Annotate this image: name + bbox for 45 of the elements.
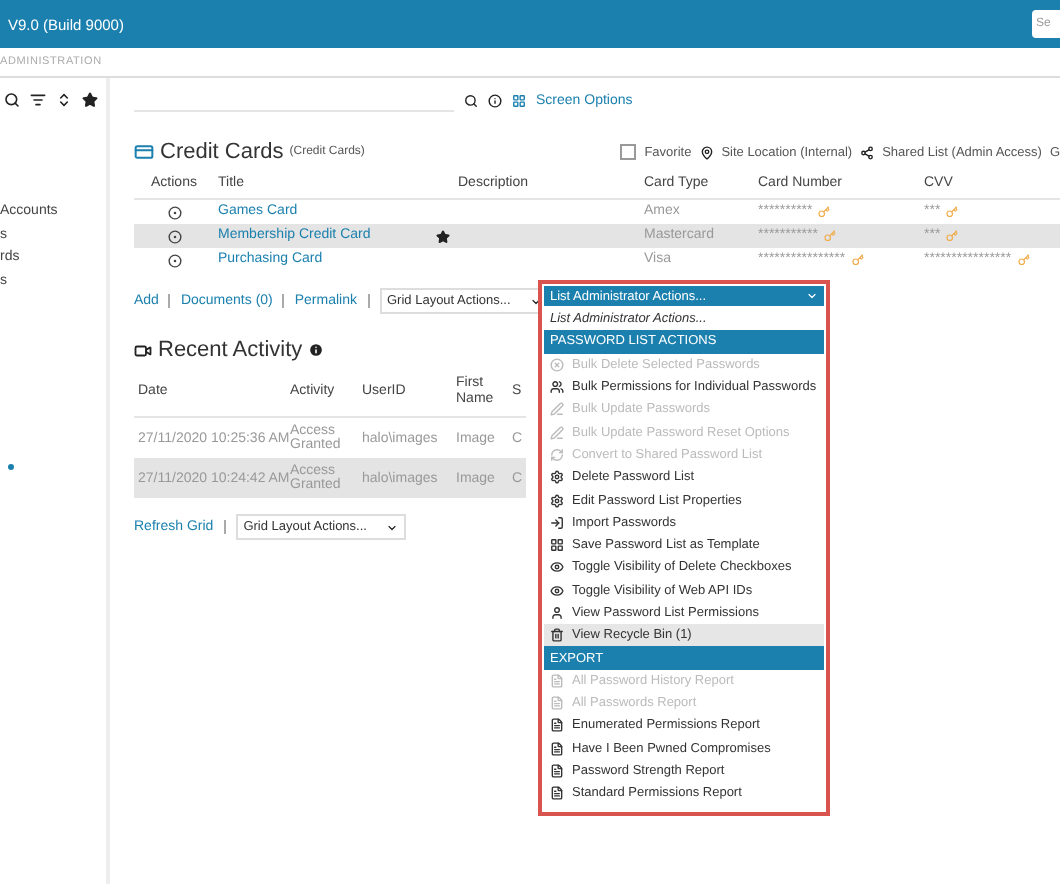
key-icon [818,206,831,218]
pen-icon [550,402,564,417]
grid-icon [550,538,564,553]
key-icon [946,206,959,218]
key-icon [946,230,959,242]
document-icon [550,696,564,711]
favorite-checkbox[interactable] [620,144,637,160]
caret-icon [806,290,818,302]
caret-icon [530,295,543,307]
document-icon [550,741,564,756]
caret-icon [386,521,399,533]
sort-icon [56,92,72,108]
key-icon [1017,254,1030,266]
document-icon [550,718,564,733]
user-icon [550,606,564,620]
filter-icon [30,92,46,108]
users-icon [550,380,564,395]
camera-icon [134,341,152,359]
star-icon [82,92,98,108]
document-icon [550,764,564,779]
search-icon [4,92,20,108]
eye-icon [550,583,564,598]
share-icon [860,145,875,159]
location-icon [699,145,714,159]
info-icon [308,342,325,358]
grid-icon [512,94,526,108]
key-icon [823,230,836,242]
import-icon [550,515,564,530]
search-icon [464,94,478,108]
info-icon [488,94,502,108]
document-icon [550,673,564,688]
settings-icon [550,493,564,508]
star-icon [436,229,450,243]
eye-icon [550,560,564,575]
section-title: Credit Cards [160,140,284,164]
credit-card-icon [134,142,154,162]
section-title: Recent Activity [158,338,303,362]
key-icon [851,254,864,266]
trash-icon [550,628,564,643]
refresh-icon [550,447,564,462]
bullet-icon [8,464,14,470]
settings-icon [550,470,564,485]
document-icon [550,786,564,801]
close-circle-icon [550,357,564,372]
pen-icon [550,425,564,440]
